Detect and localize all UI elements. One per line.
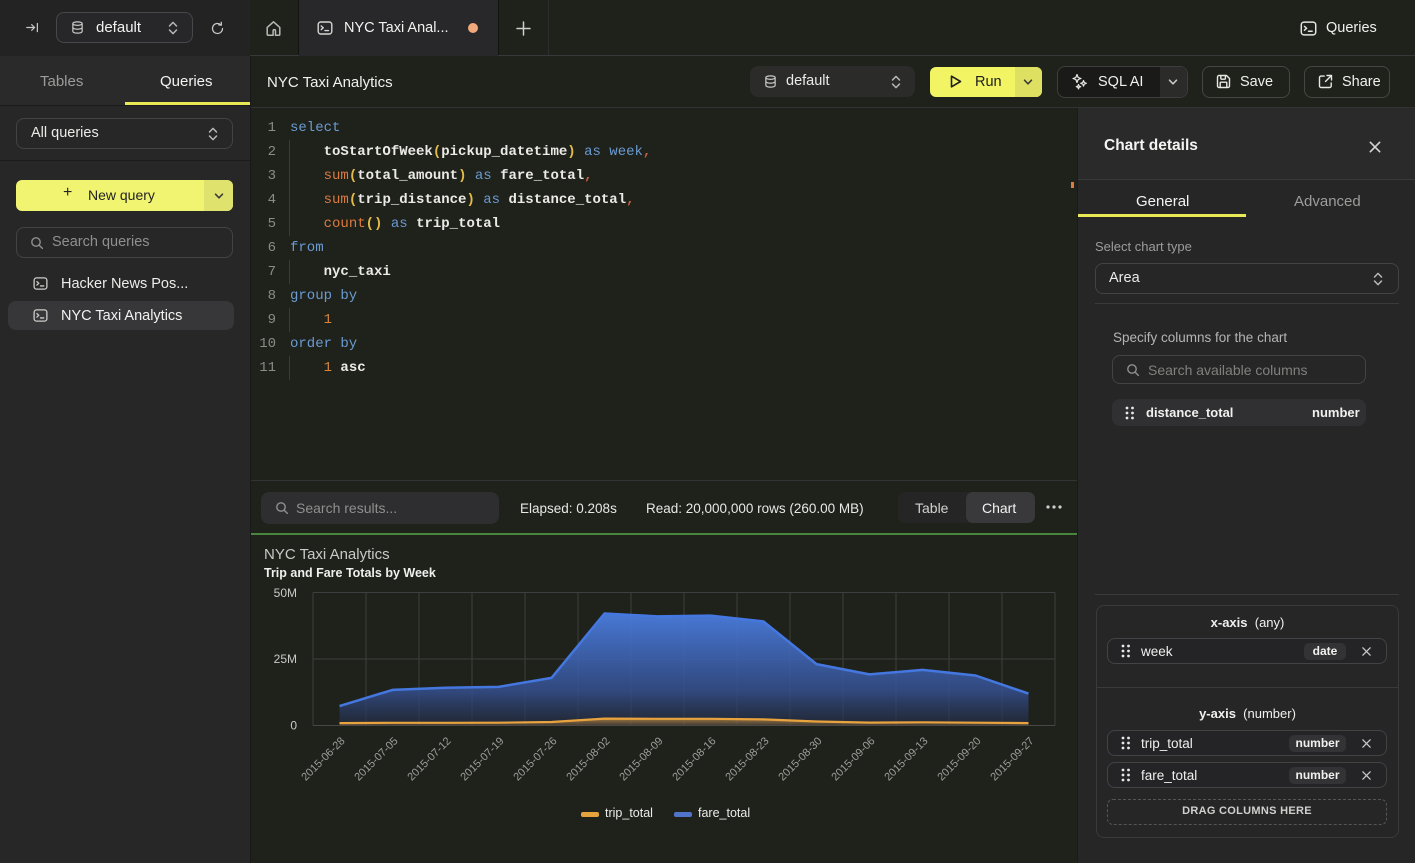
svg-text:2015-09-27: 2015-09-27 bbox=[988, 735, 1036, 783]
svg-text:2015-07-19: 2015-07-19 bbox=[458, 735, 506, 783]
svg-text:2015-08-23: 2015-08-23 bbox=[723, 735, 771, 783]
svg-text:2015-08-30: 2015-08-30 bbox=[776, 735, 824, 783]
svg-text:2015-09-06: 2015-09-06 bbox=[829, 735, 877, 783]
svg-text:2015-07-05: 2015-07-05 bbox=[352, 735, 400, 783]
svg-text:2015-09-13: 2015-09-13 bbox=[882, 735, 930, 783]
svg-text:50M: 50M bbox=[274, 586, 297, 600]
svg-text:2015-09-20: 2015-09-20 bbox=[935, 735, 983, 783]
svg-text:2015-08-02: 2015-08-02 bbox=[564, 735, 612, 783]
svg-text:0: 0 bbox=[290, 719, 297, 733]
svg-text:25M: 25M bbox=[274, 652, 297, 666]
svg-text:2015-08-16: 2015-08-16 bbox=[670, 735, 718, 783]
svg-text:2015-07-12: 2015-07-12 bbox=[405, 735, 453, 783]
svg-text:2015-07-26: 2015-07-26 bbox=[511, 735, 559, 783]
svg-text:2015-06-28: 2015-06-28 bbox=[299, 735, 347, 783]
svg-text:2015-08-09: 2015-08-09 bbox=[617, 735, 665, 783]
